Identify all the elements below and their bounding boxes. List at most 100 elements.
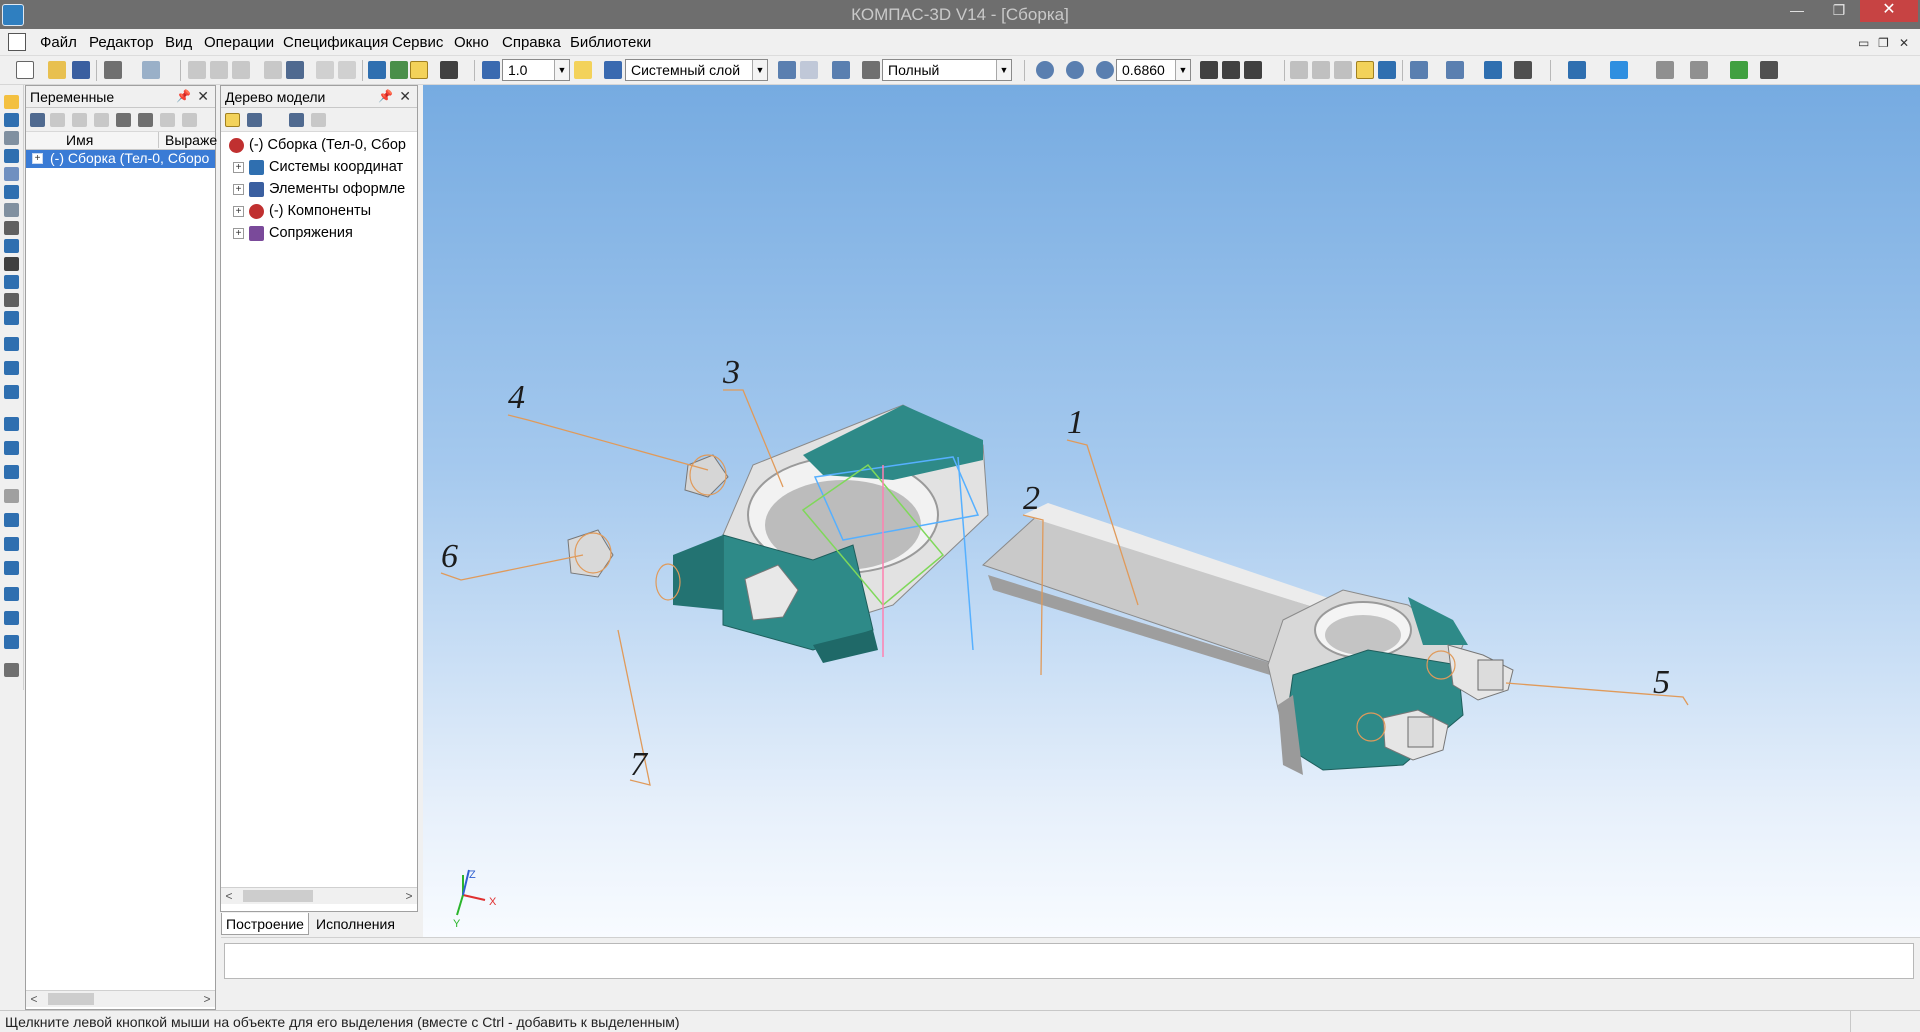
format-brush-icon[interactable] [264,61,282,79]
expand-icon[interactable]: + [233,162,244,173]
bead-tool-icon[interactable] [4,611,19,625]
tab-build[interactable]: Построение [221,913,309,935]
shaded-icon[interactable] [1356,61,1374,79]
variables-icon[interactable] [410,61,428,79]
tree-item-components[interactable]: + (-) Компоненты [233,202,417,222]
arrays-tool-icon[interactable] [4,167,19,181]
calculator-icon[interactable] [1514,61,1532,79]
properties-field[interactable] [224,943,1914,979]
expand-icon[interactable]: + [233,228,244,239]
table-icon[interactable] [30,113,45,127]
chevron-down-icon[interactable]: ▼ [752,60,767,80]
column-expression-header[interactable]: Выраже [158,132,217,148]
sheet-body-tool-icon[interactable] [4,635,19,649]
mdi-close-button[interactable]: ✕ [1899,36,1909,50]
document-icon[interactable] [8,33,26,51]
expand-icon[interactable]: + [233,206,244,217]
rib-tool-icon[interactable] [4,489,19,503]
edit-tool-icon[interactable] [4,95,19,109]
delete-icon[interactable] [50,113,65,127]
sheet-tool-icon[interactable] [4,337,19,351]
pin-icon[interactable]: 📌 [378,89,393,103]
maximize-button[interactable]: ❐ [1822,0,1856,22]
chevron-down-icon[interactable]: ▼ [554,60,569,80]
menu-service[interactable]: Сервис [392,34,443,51]
assembly-tool-icon[interactable] [4,113,19,127]
snap-step-icon[interactable] [482,61,500,79]
tree-item-mates[interactable]: + Сопряжения [233,224,417,244]
wireframe-icon[interactable] [1290,61,1308,79]
report-tool-icon[interactable] [4,275,19,289]
library-icon[interactable] [390,61,408,79]
tree-hscrollbar[interactable]: < > [221,887,417,904]
close-button[interactable]: ✕ [1860,0,1918,22]
menu-help[interactable]: Справка [502,34,561,51]
copies-icon[interactable] [1656,61,1674,79]
pin-icon[interactable]: 📌 [176,89,191,103]
copy-icon[interactable] [210,61,228,79]
mates-icon[interactable] [1690,61,1708,79]
menu-editor[interactable]: Редактор [89,34,154,51]
zoom-combo[interactable]: 0.6860 ▼ [1116,59,1191,81]
bend-tool-icon[interactable] [4,361,19,375]
chevron-down-icon[interactable]: ▼ [996,60,1011,80]
filter-icon[interactable] [1446,61,1464,79]
menu-specification[interactable]: Спецификация [283,34,388,51]
arrow-down-icon[interactable] [138,113,153,127]
pi-icon[interactable] [94,113,109,127]
component-icon[interactable] [1568,61,1586,79]
help-pointer-icon[interactable] [440,61,458,79]
big-end[interactable] [567,404,989,663]
stamp-tool-icon[interactable] [4,465,19,479]
display-mode-combo[interactable]: Полный ▼ [882,59,1012,81]
link-icon[interactable] [160,113,175,127]
menu-view[interactable]: Вид [165,34,192,51]
tree-filter-icon[interactable] [311,113,326,127]
hidden-lines-icon[interactable] [1312,61,1330,79]
closed-corner-tool-icon[interactable] [4,513,19,527]
aux-geometry-tool-icon[interactable] [4,185,19,199]
measure-tool-icon[interactable] [4,293,19,307]
tree-view-icon[interactable] [247,113,262,127]
function-icon[interactable] [72,113,87,127]
pan-icon[interactable] [1200,61,1218,79]
section-icon[interactable] [1410,61,1428,79]
variables-row-assembly[interactable]: + (-) Сборка (Тел-0, Сборо [26,150,215,168]
scroll-right-icon[interactable]: > [199,991,215,1007]
scroll-thumb[interactable] [243,890,313,902]
step-combo[interactable]: 1.0 ▼ [502,59,570,81]
sketch-tool-icon[interactable] [4,131,19,145]
save-icon[interactable] [72,61,90,79]
layer-combo[interactable]: Системный слой ▼ [625,59,768,81]
cut-icon[interactable] [188,61,206,79]
column-name-header[interactable]: Имя [66,132,93,148]
print-icon[interactable] [104,61,122,79]
tree-structure-icon[interactable] [289,113,304,127]
expand-icon[interactable]: + [233,184,244,195]
open-folder-icon[interactable] [48,61,66,79]
minimize-button[interactable]: — [1780,0,1814,22]
properties-icon[interactable] [286,61,304,79]
scroll-left-icon[interactable]: < [221,888,237,904]
dimension-icon[interactable] [1760,61,1778,79]
redo-icon[interactable] [338,61,356,79]
rebuild-icon[interactable] [1484,61,1502,79]
preview-icon[interactable] [142,61,160,79]
chevron-down-icon[interactable]: ▼ [1175,60,1190,80]
perspective-icon[interactable] [1610,61,1628,79]
menu-window[interactable]: Окно [454,34,489,51]
local-cs-icon[interactable] [778,61,796,79]
rotate-icon[interactable] [1222,61,1240,79]
tab-versions[interactable]: Исполнения [312,913,399,935]
new-document-icon[interactable] [16,61,34,79]
surfaces-tool-icon[interactable] [4,149,19,163]
spec-tool-icon[interactable] [4,257,19,271]
spatial-curves-tool-icon[interactable] [4,203,19,217]
variables-hscrollbar[interactable]: < > [26,990,215,1007]
close-icon[interactable]: ✕ [399,88,411,105]
manager-icon[interactable] [368,61,386,79]
scroll-left-icon[interactable]: < [26,991,42,1007]
zoom-window-icon[interactable] [1036,61,1054,79]
close-icon[interactable]: ✕ [197,88,209,105]
measure-icon[interactable] [832,61,850,79]
